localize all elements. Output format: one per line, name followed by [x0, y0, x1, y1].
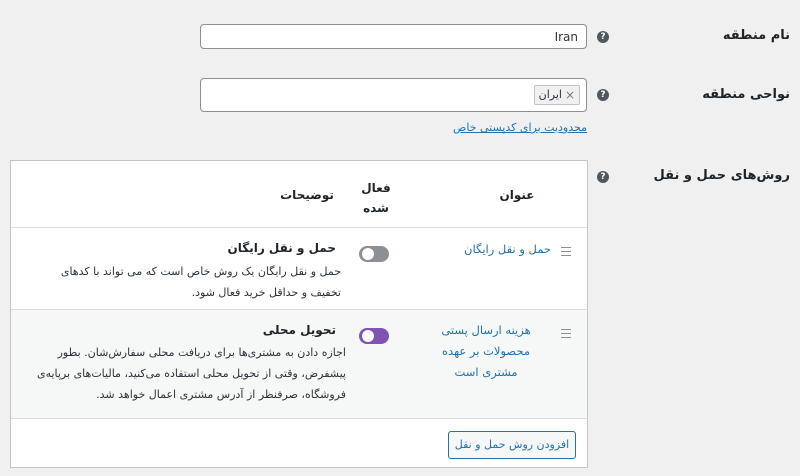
method-title-link[interactable]: حمل و نقل رایگان [411, 239, 551, 260]
method-enabled-toggle[interactable] [359, 246, 389, 262]
zone-regions-select[interactable]: × ایران [200, 78, 587, 112]
drag-handle-icon[interactable] [561, 247, 571, 256]
method-description-text: اجازه دادن به مشتری‌ها برای دریافت محلی … [36, 346, 346, 401]
col-enabled-header: فعال شده [361, 181, 391, 215]
postcode-limit-link[interactable]: محدودیت برای کدپستی خاص [453, 121, 587, 134]
shipping-methods-table: عنوان فعال شده توضیحات حمل و نقل رایگان … [10, 160, 588, 468]
method-description-text: حمل و نقل رایگان یک روش خاص است که می تو… [60, 265, 341, 299]
region-chip-label: ایران [538, 88, 562, 101]
chip-remove-icon[interactable]: × [565, 86, 575, 104]
shipping-methods-help-icon[interactable]: ? [597, 171, 609, 183]
col-title-header: عنوان [499, 188, 535, 202]
drag-handle-icon[interactable] [561, 329, 571, 338]
zone-regions-help-icon[interactable]: ? [597, 89, 609, 101]
shipping-methods-label: روش‌های حمل و نقل [653, 168, 791, 183]
toggle-knob [362, 330, 374, 342]
zone-name-input[interactable]: Iran [200, 24, 587, 49]
col-description-header: توضیحات [280, 188, 334, 202]
zone-name-label: نام منطقه [722, 28, 790, 43]
method-description-title: تحویل محلی [262, 323, 336, 337]
header-divider [11, 227, 587, 228]
zone-name-help-icon[interactable]: ? [597, 31, 609, 43]
method-enabled-toggle[interactable] [359, 328, 389, 344]
footer-divider [11, 418, 587, 419]
zone-name-value: Iran [554, 30, 578, 44]
toggle-knob [362, 248, 374, 260]
method-description-title: حمل و نقل رایگان [227, 241, 336, 255]
add-shipping-method-button[interactable]: افزودن روش حمل و نقل [448, 431, 576, 459]
region-chip: × ایران [533, 85, 580, 105]
table-row: هزینه ارسال پستی محصولات بر عهده مشتری ا… [11, 310, 587, 418]
method-title-link[interactable]: هزینه ارسال پستی محصولات بر عهده مشتری ا… [431, 320, 541, 383]
zone-regions-label: نواحی منطقه [702, 87, 790, 102]
